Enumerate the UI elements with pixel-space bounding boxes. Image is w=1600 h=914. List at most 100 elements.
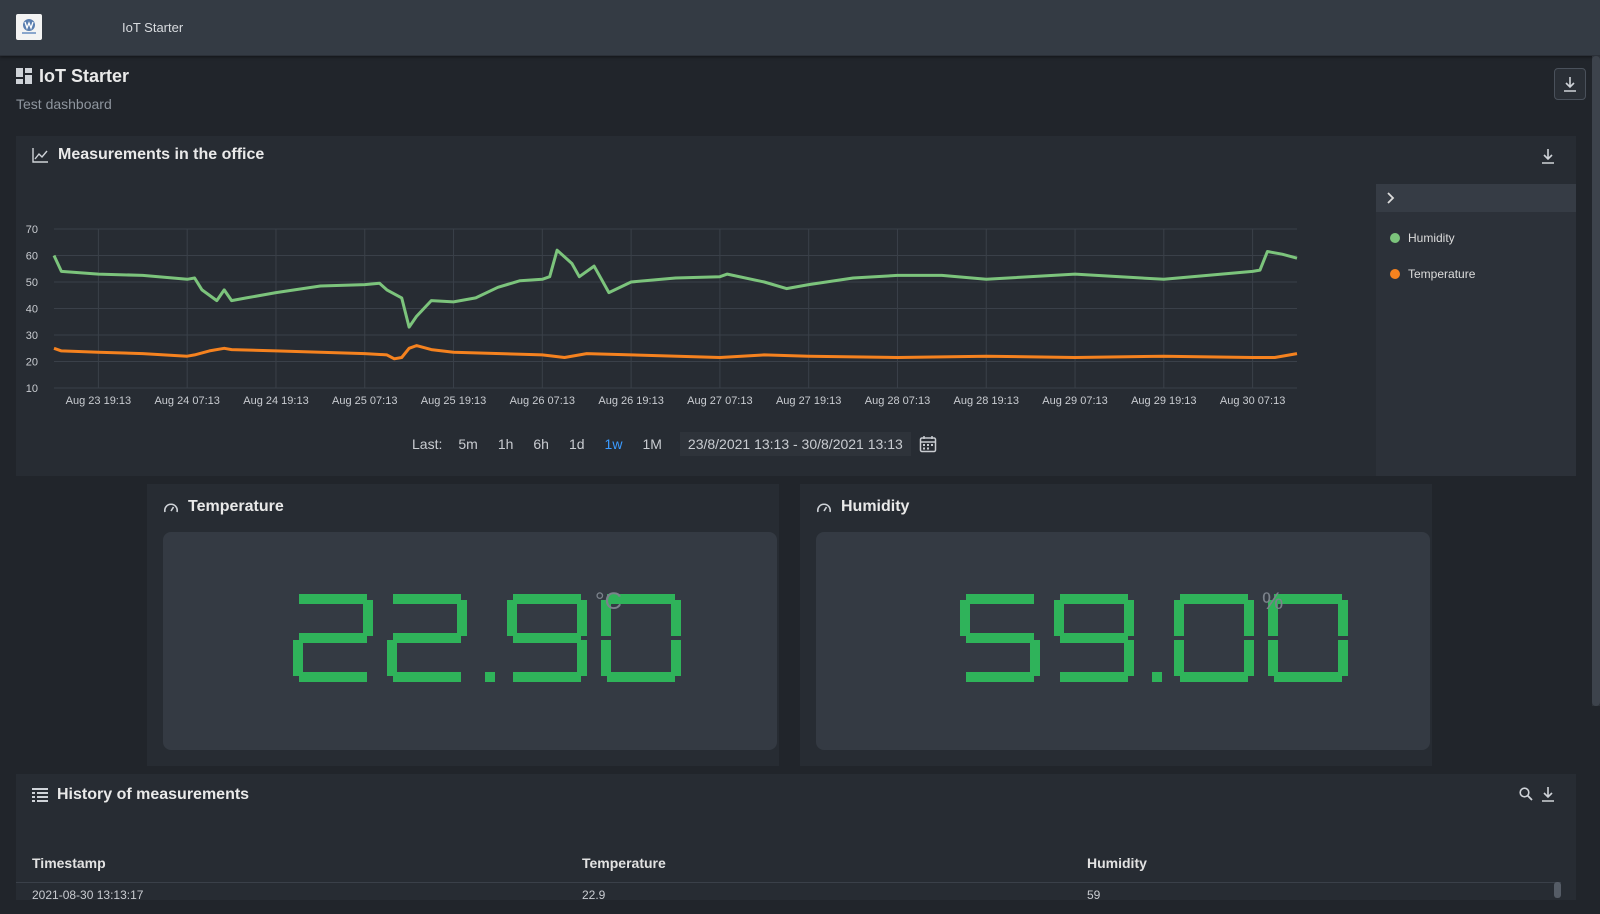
topbar-title[interactable]: IoT Starter	[122, 20, 183, 35]
digit-segment	[1338, 640, 1348, 676]
humidity-title: Humidity	[841, 498, 910, 515]
digit-segment	[1180, 594, 1248, 604]
series-line-humidity	[52, 248, 1298, 329]
date-range-field[interactable]: 23/8/2021 13:13 - 30/8/2021 13:13	[679, 432, 911, 456]
digit-segment	[507, 600, 517, 636]
logo-icon	[22, 19, 36, 34]
range-1w-button[interactable]: 1w	[595, 436, 633, 452]
digit-segment	[1244, 600, 1254, 636]
calendar-icon[interactable]	[919, 435, 937, 453]
x-tick-label: Aug 24 19:13	[243, 395, 308, 407]
digit-segment	[966, 672, 1034, 682]
x-tick-label: Aug 28 07:13	[865, 395, 930, 407]
digit-segment	[299, 633, 367, 643]
range-6h-button[interactable]: 6h	[523, 436, 559, 452]
range-1d-button[interactable]: 1d	[559, 436, 595, 452]
range-5m-button[interactable]: 5m	[448, 436, 487, 452]
digit-segment	[577, 600, 587, 636]
x-tick-label: Aug 27 19:13	[776, 395, 841, 407]
y-tick-label: 40	[26, 304, 38, 316]
history-panel: History of measurements Timestamp Temper…	[16, 774, 1576, 902]
x-tick-label: Aug 25 19:13	[421, 395, 486, 407]
digit-segment	[1274, 594, 1342, 604]
range-label: Last:	[412, 436, 443, 452]
legend-item-temperature[interactable]: Temperature	[1390, 256, 1576, 292]
range-1h-button[interactable]: 1h	[488, 436, 524, 452]
history-title: History of measurements	[57, 786, 250, 803]
time-range-bar: Last: 5m 1h 6h 1d 1w 1M 23/8/2021 13:13 …	[412, 432, 937, 456]
x-tick-label: Aug 28 19:13	[954, 395, 1019, 407]
digit-segment	[1060, 633, 1128, 643]
temperature-unit: °C	[595, 588, 622, 615]
digit-segment	[299, 672, 367, 682]
x-tick-label: Aug 30 07:13	[1220, 395, 1285, 407]
digit-segment	[601, 640, 611, 676]
digit-segment	[1060, 594, 1128, 604]
table-scrollbar[interactable]	[1554, 882, 1561, 898]
line-chart: 10 20 30 40 50 60 70 Aug 23 19:13 Aug 24 07:13 Au…	[26, 224, 1298, 407]
digit-segment	[1124, 600, 1134, 636]
x-tick-label: Aug 24 07:13	[154, 395, 219, 407]
chevron-right-icon	[1387, 192, 1395, 204]
legend-dot	[1390, 269, 1400, 279]
page-subtitle: Test dashboard	[16, 96, 112, 112]
search-icon	[1519, 787, 1533, 801]
digit-segment	[1060, 672, 1128, 682]
chart-panel: Measurements in the office 10 20 30 40 50 60 7…	[16, 136, 1576, 476]
x-tick-label: Aug 26 19:13	[598, 395, 663, 407]
digit-segment	[1338, 600, 1348, 636]
y-tick-label: 70	[26, 224, 38, 236]
digit-segment	[513, 633, 581, 643]
digit-segment	[960, 600, 970, 636]
chart-download-button[interactable]	[1538, 146, 1558, 166]
page-header: IoT Starter Test dashboard	[16, 66, 129, 112]
column-header-timestamp[interactable]: Timestamp	[32, 855, 106, 871]
digit-segment	[1268, 640, 1278, 676]
download-icon	[1542, 787, 1554, 802]
digit-segment	[966, 633, 1034, 643]
y-tick-label: 30	[26, 330, 38, 342]
temperature-title: Temperature	[188, 498, 284, 515]
gauge-icon	[164, 503, 178, 513]
digit-segment	[966, 594, 1034, 604]
digit-segment	[363, 600, 373, 636]
temperature-display: °C	[163, 532, 777, 750]
dashboard-download-button[interactable]	[1554, 68, 1586, 100]
humidity-display: %	[816, 532, 1430, 750]
page-title: IoT Starter	[39, 66, 130, 86]
digit-segment	[457, 600, 467, 636]
digit-segment	[393, 672, 461, 682]
list-icon	[32, 788, 48, 802]
table-download-button[interactable]	[1538, 784, 1558, 804]
temperature-value-display	[293, 594, 681, 682]
digit-segment	[485, 672, 495, 682]
legend-label: Temperature	[1408, 267, 1476, 281]
digit-segment	[671, 640, 681, 676]
digit-segment	[671, 600, 681, 636]
digit-segment	[1244, 640, 1254, 676]
table-search-button[interactable]	[1516, 784, 1536, 804]
column-header-temperature[interactable]: Temperature	[582, 855, 666, 871]
digit-segment	[387, 640, 397, 676]
page-scrollbar-thumb[interactable]	[1592, 56, 1600, 706]
legend-toggle[interactable]	[1376, 184, 1576, 212]
column-header-humidity[interactable]: Humidity	[1087, 855, 1147, 871]
range-1M-button[interactable]: 1M	[632, 436, 671, 452]
digit-segment	[1174, 600, 1184, 636]
digit-segment	[1174, 640, 1184, 676]
digit-segment	[1124, 640, 1134, 676]
table-row[interactable]: 2021-08-30 13:13:17 22.9 59	[16, 884, 1561, 914]
y-tick-label: 50	[26, 277, 38, 289]
x-tick-label: Aug 29 19:13	[1131, 395, 1196, 407]
digit-segment	[1152, 672, 1162, 682]
legend-item-humidity[interactable]: Humidity	[1390, 220, 1576, 256]
digit-segment	[299, 594, 367, 604]
legend-label: Humidity	[1408, 231, 1455, 245]
digit-segment	[1054, 600, 1064, 636]
top-bar: IoT Starter	[0, 0, 1600, 56]
app-logo[interactable]	[16, 14, 42, 40]
download-icon	[1542, 149, 1554, 164]
digit-segment	[513, 672, 581, 682]
x-tick-label: Aug 27 07:13	[687, 395, 752, 407]
humidity-unit: %	[1262, 588, 1284, 615]
